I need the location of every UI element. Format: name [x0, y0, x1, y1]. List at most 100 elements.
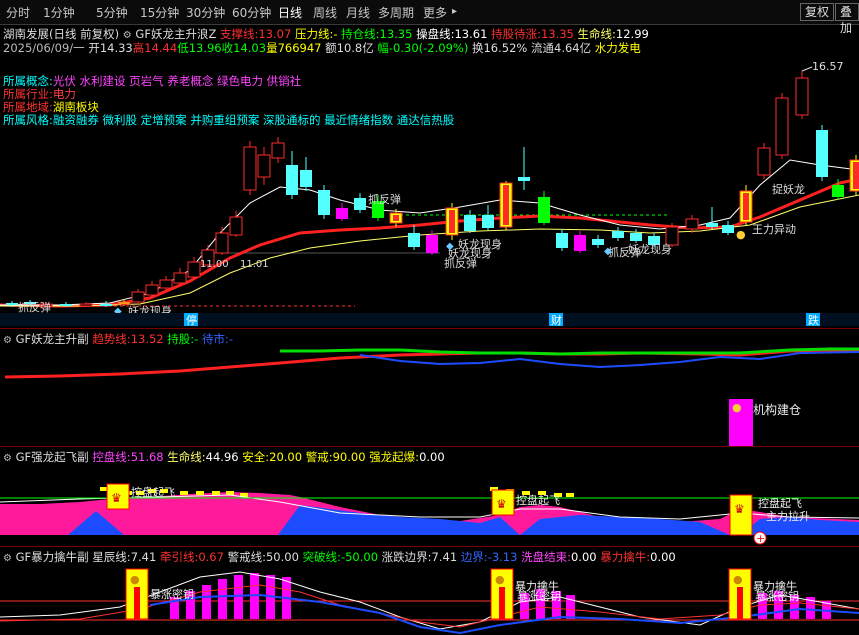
candle-body [795, 77, 809, 116]
life-value: 12.99 [615, 27, 649, 41]
flag-inner [134, 587, 140, 619]
annotation-catch-rebound: 抓反弹 [368, 192, 401, 206]
alert-dot [226, 491, 234, 495]
candle-body [60, 304, 72, 306]
candle-body [187, 261, 201, 278]
flag-inner [499, 587, 505, 619]
candle-body [159, 279, 173, 289]
annotation-catch-demon: 捉妖龙 [772, 182, 805, 196]
annotation-demon-appear: 妖龙现身 [628, 242, 672, 256]
max-pointer [801, 66, 813, 72]
candle-body [775, 97, 789, 156]
ascend-label: 主力拉升 [766, 509, 810, 523]
restore-button[interactable]: 复权 [800, 3, 835, 21]
pressure-label: 压力线: [294, 27, 334, 41]
alert-dot [196, 491, 204, 495]
wait-label: 持股待涨: [491, 27, 541, 41]
quote-sector: 水力发电 [594, 41, 641, 55]
candle-core [503, 185, 509, 225]
candle-body [757, 147, 771, 176]
tab-daily[interactable]: 日线 [278, 4, 302, 21]
candle-body [706, 223, 718, 227]
tab-5min[interactable]: 5分钟 [96, 4, 128, 21]
quote-amount: 额10.8亿 [325, 41, 374, 55]
tab-weekly[interactable]: 周线 [313, 4, 337, 21]
flag-label-2: 控盘起飞 [516, 493, 560, 507]
annotation-demon-appear: 妖龙现身 [448, 246, 492, 260]
quote-line: 2025/06/09/一 开14.33高14.44低13.96收14.03量76… [3, 40, 641, 56]
hold-label: 持仓线: [341, 27, 380, 41]
magenta-bar [218, 579, 227, 619]
quote-volume: 量766947 [266, 41, 322, 55]
candle-core [853, 162, 859, 189]
candle-body [6, 303, 18, 305]
main-kline-chart[interactable]: 16.57 11.00 11.01 抓反弹 抓反弹 妖龙现身 妖龙现身 抓反弹 … [0, 55, 859, 327]
trophy-icon: ♛ [111, 491, 122, 505]
flag-label-5: 暴涨密钥 [755, 589, 799, 603]
flag-inner [737, 587, 743, 619]
tab-30min[interactable]: 30分钟 [186, 4, 225, 21]
support-value: 13.07 [258, 27, 292, 41]
candle-body [215, 232, 229, 254]
candle-body [336, 208, 348, 219]
candle-body [117, 301, 131, 305]
money-bag-icon: ● [732, 401, 742, 414]
money-bag-icon: ● [736, 228, 746, 241]
candle-body [426, 235, 438, 253]
quote-date: 2025/06/09/一 [3, 41, 85, 55]
diamond-icon: ◆ [446, 241, 454, 252]
candle-body [286, 165, 298, 195]
quote-open: 开14.33 [88, 41, 133, 55]
quote-close: 收14.03 [221, 41, 267, 55]
tab-monthly[interactable]: 月线 [346, 4, 370, 21]
candle-body [685, 218, 699, 230]
date-strip [0, 313, 859, 326]
candle-body [354, 198, 366, 210]
hold-value: 13.35 [379, 27, 413, 41]
more-arrow-icon[interactable]: ▸ [452, 6, 457, 17]
panel1-chart[interactable]: ● 机构建仓 [0, 329, 859, 447]
indicator-name[interactable]: GF妖龙主升浪Z [135, 27, 216, 41]
candle-body [574, 235, 586, 251]
tab-multi-period[interactable]: 多周期 [378, 4, 414, 21]
candle-core [121, 304, 127, 305]
quote-low: 低13.96 [177, 41, 222, 55]
candles-group [6, 71, 859, 307]
tab-fenshi[interactable]: 分时 [6, 4, 30, 21]
tab-1min[interactable]: 1分钟 [43, 4, 75, 21]
candle-body [257, 154, 271, 178]
tab-60min[interactable]: 60分钟 [232, 4, 271, 21]
marker-finance: 财 [551, 313, 562, 327]
trophy-icon: ♛ [496, 497, 507, 511]
candle-body [131, 291, 145, 303]
candle-body [832, 185, 844, 197]
money-bag-icon: ● [130, 573, 140, 586]
tab-more[interactable]: 更多 [423, 4, 447, 21]
candle-body [243, 146, 257, 191]
candle-body [816, 130, 828, 177]
candle-body [518, 177, 530, 181]
candle-body [464, 215, 476, 231]
max-price-label: 16.57 [812, 60, 844, 73]
overlay-button[interactable]: 叠加 [835, 3, 859, 35]
tab-15min[interactable]: 15分钟 [140, 4, 179, 21]
candle-core [449, 210, 455, 233]
flag-label-3: 暴涨密钥 [517, 589, 561, 603]
trophy-icon: ♛ [734, 502, 745, 516]
support-label: 支撑线: [219, 27, 259, 41]
level-label-1: 11.00 [200, 259, 229, 270]
candle-core [743, 193, 749, 220]
candle-body [630, 233, 642, 241]
candle-body [408, 233, 420, 247]
alert-dot [566, 493, 574, 497]
marker-halt: 停 [186, 313, 197, 327]
quote-high: 高14.44 [132, 41, 178, 55]
panel2-chart[interactable]: ♛ 控盘起飞 ♛ 控盘起飞 ♛ 控盘起飞 主力拉升 + [0, 447, 859, 547]
life-label: 生命线: [577, 27, 616, 41]
diamond-icon: ◆ [604, 246, 612, 257]
flag-label-1: 暴涨密钥 [150, 587, 194, 601]
panel3-chart[interactable]: ● 暴涨密钥 ● 暴力擒牛 暴涨密钥 ● 暴力擒牛 暴涨密钥 [0, 547, 859, 635]
candle-body [145, 284, 159, 296]
pressure-value: - [333, 27, 338, 41]
stock-name[interactable]: 湖南发展(日线 前复权) [3, 27, 119, 41]
